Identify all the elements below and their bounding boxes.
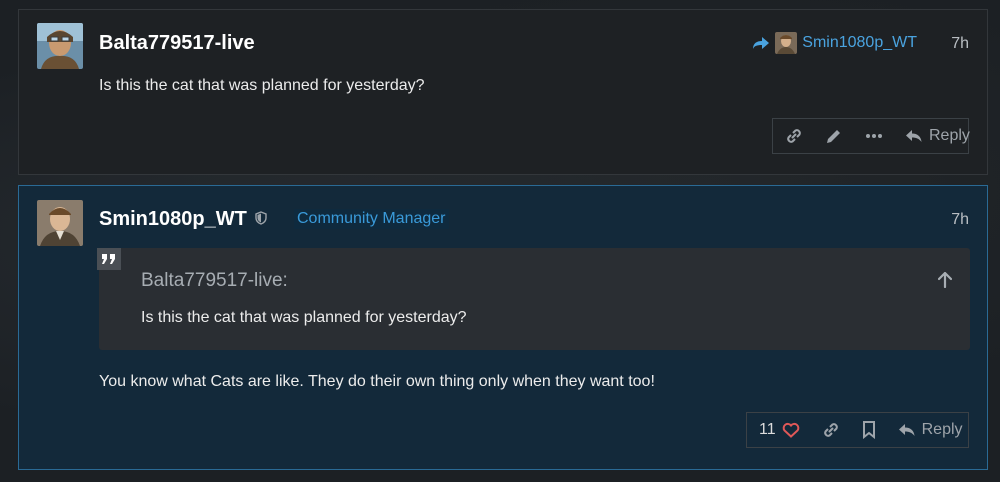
post-username[interactable]: Balta779517-live	[99, 32, 255, 55]
bookmark-button[interactable]	[862, 421, 876, 439]
quote-author[interactable]: Balta779517-live:	[141, 270, 288, 292]
reply-label: Reply	[929, 127, 970, 144]
like-button[interactable]: 11	[759, 421, 800, 439]
more-options-button[interactable]	[865, 127, 883, 145]
ellipsis-icon	[866, 134, 882, 138]
post-smin: Smin1080p_WT Community Manager 7h Balta7…	[18, 185, 988, 470]
copy-link-button[interactable]	[822, 421, 840, 439]
officer-avatar-icon	[775, 32, 798, 54]
reply-label: Reply	[921, 421, 963, 438]
reply-button[interactable]: Reply	[898, 421, 963, 439]
quote-mark-icon	[97, 248, 121, 270]
post-timestamp[interactable]: 7h	[951, 35, 969, 53]
post-username[interactable]: Smin1080p_WT	[99, 208, 247, 231]
reply-button[interactable]: Reply	[905, 127, 970, 145]
reply-arrow-icon	[753, 37, 770, 49]
link-icon	[823, 423, 838, 437]
reply-to-indicator[interactable]: Smin1080p_WT	[752, 32, 917, 54]
pencil-icon	[827, 130, 840, 143]
post-balta: Balta779517-live Smin1080p_WT 7h Is this…	[18, 9, 988, 175]
reply-icon	[898, 424, 915, 436]
reply-icon	[906, 130, 922, 142]
post-actions: 11 Reply	[746, 412, 969, 448]
pilot-avatar-icon[interactable]	[37, 23, 83, 69]
post-body: You know what Cats are like. They do the…	[99, 373, 655, 390]
post-body: Is this the cat that was planned for yes…	[99, 77, 425, 94]
copy-link-button[interactable]	[785, 127, 803, 145]
shield-icon	[255, 211, 267, 230]
post-timestamp[interactable]: 7h	[951, 211, 969, 229]
arrow-up-icon[interactable]	[937, 271, 953, 293]
user-role-badge[interactable]: Community Manager	[294, 209, 449, 229]
like-count: 11	[759, 421, 776, 438]
edit-button[interactable]	[825, 127, 843, 145]
officer-avatar-icon[interactable]	[37, 200, 83, 246]
quote-block: Balta779517-live: Is this the cat that w…	[97, 248, 970, 350]
link-icon	[787, 129, 801, 143]
heart-icon	[782, 422, 799, 438]
bookmark-icon	[862, 421, 875, 439]
quote-text: Is this the cat that was planned for yes…	[141, 309, 467, 326]
reply-to-username: Smin1080p_WT	[802, 34, 917, 51]
post-actions: Reply	[772, 118, 970, 154]
